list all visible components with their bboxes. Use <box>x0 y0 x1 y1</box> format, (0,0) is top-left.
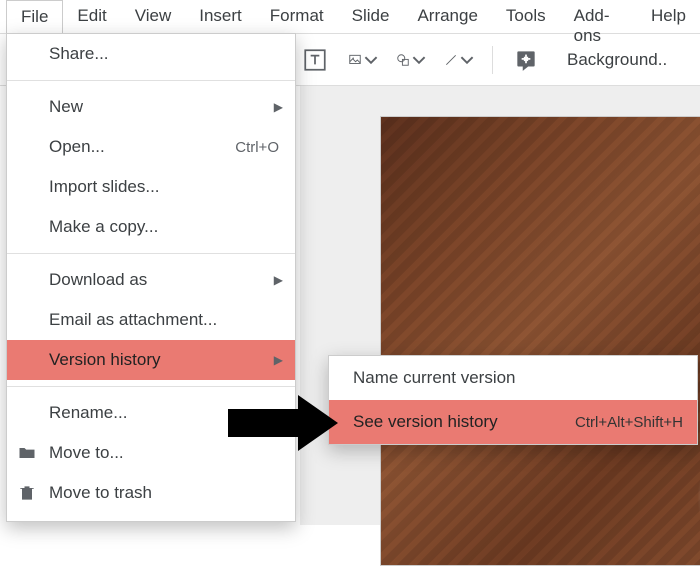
menuitem-label: Open... <box>49 137 105 157</box>
slide-image <box>381 117 700 565</box>
submenu-see-version-history[interactable]: See version history Ctrl+Alt+Shift+H <box>329 400 697 444</box>
menu-help[interactable]: Help <box>637 0 700 34</box>
toolbar-divider <box>492 46 493 74</box>
menu-tools[interactable]: Tools <box>492 0 560 34</box>
menu-view[interactable]: View <box>121 0 186 34</box>
menu-addons[interactable]: Add-ons <box>560 0 637 34</box>
menuitem-open[interactable]: Open... Ctrl+O <box>7 127 295 167</box>
menuitem-label: Make a copy... <box>49 217 158 237</box>
menuitem-label: Rename... <box>49 403 127 423</box>
comment-icon[interactable] <box>511 45 541 75</box>
menuitem-label: Name current version <box>353 368 516 388</box>
menuitem-version-history[interactable]: Version history ▶ <box>7 340 295 380</box>
submenu-arrow-icon: ▶ <box>274 100 283 114</box>
menuitem-label: Version history <box>49 350 161 370</box>
folder-icon <box>17 443 37 463</box>
shape-icon[interactable] <box>396 45 426 75</box>
menubar: File Edit View Insert Format Slide Arran… <box>0 0 700 34</box>
menuitem-make-copy[interactable]: Make a copy... <box>7 207 295 247</box>
slide[interactable] <box>380 116 700 566</box>
menuitem-share[interactable]: Share... <box>7 34 295 74</box>
menu-arrange[interactable]: Arrange <box>403 0 491 34</box>
menu-insert[interactable]: Insert <box>185 0 256 34</box>
menu-format[interactable]: Format <box>256 0 338 34</box>
menuitem-new[interactable]: New ▶ <box>7 87 295 127</box>
submenu-name-current-version[interactable]: Name current version <box>329 356 697 400</box>
image-icon[interactable] <box>348 45 378 75</box>
menuitem-label: Move to trash <box>49 483 152 503</box>
textbox-icon[interactable] <box>300 45 330 75</box>
slide-canvas <box>300 86 700 525</box>
menuitem-label: Email as attachment... <box>49 310 217 330</box>
menuitem-shortcut: Ctrl+O <box>235 139 279 156</box>
menuitem-move-to-trash[interactable]: Move to trash <box>7 473 295 513</box>
menu-edit[interactable]: Edit <box>63 0 120 34</box>
background-button[interactable]: Background.. <box>567 50 667 70</box>
submenu-arrow-icon: ▶ <box>274 273 283 287</box>
menuitem-label: Download as <box>49 270 147 290</box>
trash-icon <box>17 483 37 503</box>
menuitem-label: New <box>49 97 83 117</box>
annotation-arrow-icon <box>228 395 338 456</box>
menuitem-import-slides[interactable]: Import slides... <box>7 167 295 207</box>
menuitem-download-as[interactable]: Download as ▶ <box>7 260 295 300</box>
menuitem-label: See version history <box>353 412 498 432</box>
menuitem-email-attachment[interactable]: Email as attachment... <box>7 300 295 340</box>
menuitem-label: Import slides... <box>49 177 160 197</box>
menu-separator <box>7 253 295 254</box>
submenu-arrow-icon: ▶ <box>274 353 283 367</box>
menu-separator <box>7 386 295 387</box>
menu-separator <box>7 80 295 81</box>
menu-file[interactable]: File <box>6 0 63 34</box>
menuitem-label: Share... <box>49 44 109 64</box>
menuitem-label: Move to... <box>49 443 124 463</box>
menuitem-shortcut: Ctrl+Alt+Shift+H <box>575 414 683 431</box>
menu-slide[interactable]: Slide <box>338 0 404 34</box>
version-history-submenu: Name current version See version history… <box>328 355 698 445</box>
line-icon[interactable] <box>444 45 474 75</box>
